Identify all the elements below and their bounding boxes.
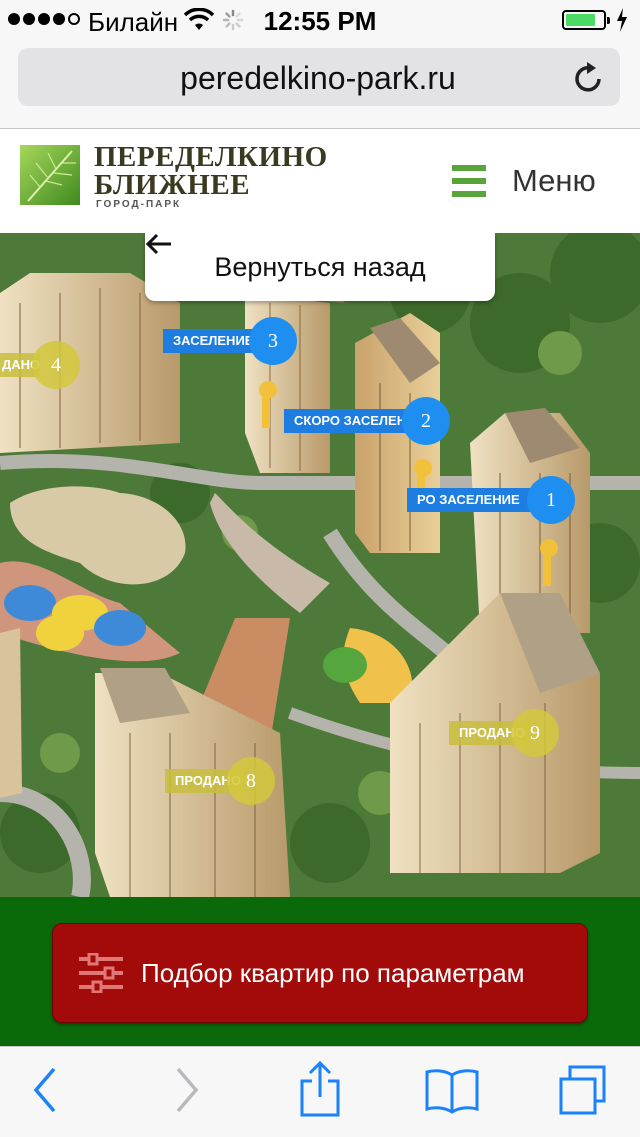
- forward-chevron-icon[interactable]: [172, 1065, 202, 1115]
- address-bar[interactable]: peredelkino-park.ru: [18, 48, 620, 106]
- arrow-left-icon: [145, 233, 171, 255]
- building-status-label: РО ЗАСЕЛЕНИЕ: [407, 488, 537, 512]
- building-status-label: ЗАСЕЛЕНИЕ: [163, 329, 263, 353]
- building-number: 3: [249, 317, 297, 365]
- building-number: 2: [402, 397, 450, 445]
- status-bar: Билайн 12:55 PM: [0, 0, 640, 40]
- battery-level: [566, 14, 595, 26]
- building-number: 4: [32, 341, 80, 389]
- back-chevron-icon[interactable]: [30, 1065, 60, 1115]
- building-status-label: СКОРО ЗАСЕЛЕНИЕ: [284, 409, 424, 433]
- site-header: ПЕРЕДЕЛКИНО БЛИЖНЕЕ ГОРОД-ПАРК Меню: [0, 129, 640, 233]
- menu-button[interactable]: Меню: [452, 157, 596, 205]
- sliders-icon: [79, 953, 123, 993]
- leaf-logo-icon[interactable]: [20, 145, 80, 205]
- share-icon[interactable]: [298, 1061, 342, 1119]
- building-number: 8: [227, 757, 275, 805]
- complex-map[interactable]: Вернуться назад ЗАСЕЛЕНИЕ 3 СКОРО ЗАСЕЛЕ…: [0, 233, 640, 897]
- url-text[interactable]: peredelkino-park.ru: [18, 60, 588, 97]
- tabs-icon[interactable]: [558, 1065, 608, 1117]
- site-logo[interactable]: ПЕРЕДЕЛКИНО БЛИЖНЕЕ ГОРОД-ПАРК: [94, 143, 328, 211]
- filter-button-label: Подбор квартир по параметрам: [141, 957, 525, 988]
- building-number: 1: [527, 476, 575, 524]
- apartment-filter-button[interactable]: Подбор квартир по параметрам: [52, 923, 588, 1023]
- browser-address-area: peredelkino-park.ru: [0, 40, 640, 129]
- back-button[interactable]: Вернуться назад: [145, 233, 495, 301]
- hamburger-icon: [452, 165, 486, 197]
- filter-section: Подбор квартир по параметрам: [0, 897, 640, 1046]
- menu-label: Меню: [512, 163, 596, 198]
- back-label: Вернуться назад: [214, 251, 426, 282]
- logo-line-2: БЛИЖНЕЕ: [94, 169, 251, 201]
- clock: 12:55 PM: [263, 6, 377, 36]
- building-number: 9: [511, 709, 559, 757]
- logo-line-1: ПЕРЕДЕЛКИНО: [94, 141, 328, 173]
- charging-icon: [617, 8, 627, 32]
- battery-icon: [562, 10, 610, 30]
- reload-icon[interactable]: [574, 61, 604, 93]
- bookmarks-icon[interactable]: [424, 1067, 480, 1115]
- browser-toolbar: [0, 1046, 640, 1137]
- aerial-view-image: [0, 233, 640, 897]
